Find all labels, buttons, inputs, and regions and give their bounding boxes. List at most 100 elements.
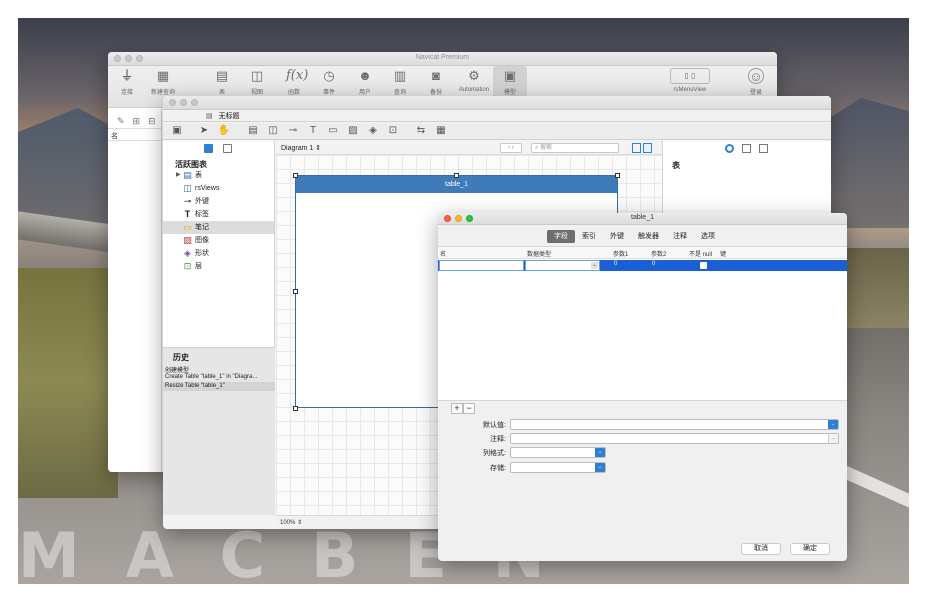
remove-field-button[interactable]: − bbox=[463, 403, 475, 414]
tab-fields[interactable]: 字段 bbox=[547, 230, 575, 243]
table-tool-icon[interactable]: ▤ bbox=[246, 124, 260, 138]
diagram-icon[interactable] bbox=[759, 144, 768, 153]
zoom-button[interactable] bbox=[191, 99, 198, 106]
tab-triggers[interactable]: 触发器 bbox=[631, 230, 666, 243]
toolbar-automation-button[interactable]: ⚙ Automation bbox=[454, 66, 494, 93]
resize-handle[interactable] bbox=[293, 406, 298, 411]
palette-item-views[interactable]: ◫ rsViews bbox=[163, 182, 274, 195]
cancel-button[interactable]: 取消 bbox=[741, 543, 781, 555]
palette-toggle-icon[interactable] bbox=[204, 144, 213, 153]
pointer-icon[interactable]: ➤ bbox=[197, 124, 211, 138]
palette-item-layer[interactable]: ⊡ 层 bbox=[163, 260, 274, 273]
add-field-button[interactable]: + bbox=[451, 403, 463, 414]
close-button[interactable] bbox=[169, 99, 176, 106]
sidebar-column-header: 名 bbox=[108, 129, 161, 141]
ok-button[interactable]: 确定 bbox=[790, 543, 830, 555]
edit-icon[interactable]: ✎ bbox=[117, 116, 125, 128]
hand-icon[interactable]: ✋ bbox=[217, 124, 231, 138]
history-item[interactable]: Resize Table "table_1" bbox=[163, 382, 275, 391]
add-icon[interactable]: ⊞ bbox=[133, 116, 141, 128]
resize-handle[interactable] bbox=[293, 289, 298, 294]
default-value-combo[interactable]: ⌄ bbox=[510, 419, 839, 430]
sidebar-tools: ✎ ⊞ ⊟ bbox=[108, 109, 161, 129]
toolbar-view-mode-button[interactable]: ▯ ▯ rsMenuView bbox=[665, 66, 715, 93]
toolbar-view-button[interactable]: ◫ 视图 bbox=[240, 66, 274, 96]
tab-comment[interactable]: 注释 bbox=[666, 230, 694, 243]
layer-tool-icon[interactable]: ⊡ bbox=[386, 124, 400, 138]
comment-input[interactable]: ... bbox=[510, 433, 839, 444]
resize-handle[interactable] bbox=[615, 173, 620, 178]
function-icon: f(x) bbox=[286, 68, 309, 83]
palette-item-image[interactable]: ▨ 图像 bbox=[163, 234, 274, 247]
diagram-select[interactable]: Diagram 1 ⇕ bbox=[281, 144, 321, 152]
table-row[interactable]: ⌄ 0 0 bbox=[438, 260, 847, 271]
image-tool-icon[interactable]: ▨ bbox=[346, 124, 360, 138]
minimize-button[interactable] bbox=[180, 99, 187, 106]
back-forward-buttons[interactable]: ‹ › bbox=[500, 143, 522, 153]
split-view-right-icon[interactable] bbox=[643, 143, 652, 153]
param2-value[interactable]: 0 bbox=[652, 261, 655, 267]
toolbar-login-button[interactable]: ☺ 登录 bbox=[739, 66, 773, 96]
tab-options[interactable]: 选项 bbox=[694, 230, 722, 243]
palette-item-label[interactable]: T 标签 bbox=[163, 208, 274, 221]
zoom-select[interactable]: 100% ⇕ bbox=[280, 519, 302, 526]
history-toggle-icon[interactable] bbox=[223, 144, 232, 153]
toolbar-backup-button[interactable]: ◙ 备份 bbox=[419, 66, 453, 96]
resize-handle[interactable] bbox=[454, 173, 459, 178]
new-query-icon: ▦ bbox=[156, 68, 170, 83]
toolbar-function-button[interactable]: f(x) 函数 bbox=[277, 66, 311, 96]
page-icon[interactable] bbox=[742, 144, 751, 153]
history-item[interactable]: Create Table "table_1" in "Diagra... bbox=[163, 373, 275, 382]
layer-icon: ⊡ bbox=[183, 261, 192, 271]
palette-item-table[interactable]: ▶ ▤ 表 bbox=[163, 169, 274, 182]
toolbar-connect-button[interactable]: ⏚ 连接 bbox=[110, 66, 144, 96]
expand-arrow-icon[interactable]: ▶ bbox=[176, 169, 181, 182]
text-tool-icon[interactable]: T bbox=[306, 124, 320, 138]
history-item[interactable]: 创建模型 bbox=[163, 364, 275, 373]
foreign-key-tool-icon[interactable]: ⊸ bbox=[286, 124, 300, 138]
window-controls bbox=[169, 99, 198, 106]
toolbar-new-query-button[interactable]: ▦ 新建查询 bbox=[146, 66, 180, 96]
field-type-select[interactable]: ⌄ bbox=[525, 260, 600, 271]
chevron-down-icon[interactable]: ⌄ bbox=[828, 420, 838, 429]
split-view-left-icon[interactable] bbox=[632, 143, 641, 153]
column-header-not-null[interactable]: 不是 null bbox=[689, 249, 712, 258]
toolbar-user-button[interactable]: ☻ 用户 bbox=[348, 66, 382, 96]
plug-icon: ⏚ bbox=[120, 68, 134, 83]
param1-value[interactable]: 0 bbox=[614, 261, 617, 267]
storage-select[interactable]: ⌄ bbox=[510, 462, 606, 473]
not-null-checkbox[interactable] bbox=[700, 262, 707, 269]
view-tool-icon[interactable]: ◫ bbox=[266, 124, 280, 138]
delete-icon[interactable]: ⊟ bbox=[148, 116, 156, 128]
tab-foreign-keys[interactable]: 外键 bbox=[603, 230, 631, 243]
object-icon[interactable] bbox=[725, 144, 734, 153]
column-header-param2[interactable]: 参数2 bbox=[651, 249, 666, 258]
chevron-down-icon[interactable]: ⌄ bbox=[595, 448, 605, 457]
reverse-engineer-icon[interactable]: ⇆ bbox=[414, 124, 428, 138]
column-header-type[interactable]: 数据类型 bbox=[527, 249, 551, 258]
ellipsis-icon[interactable]: ... bbox=[828, 434, 838, 443]
column-header-param1[interactable]: 参数1 bbox=[613, 249, 628, 258]
column-header-name[interactable]: 名 bbox=[440, 249, 446, 258]
column-format-select[interactable]: ⌄ bbox=[510, 447, 606, 458]
column-header-key[interactable]: 键 bbox=[720, 249, 726, 258]
view-icon: ◫ bbox=[183, 183, 192, 193]
note-tool-icon[interactable]: ▭ bbox=[326, 124, 340, 138]
save-icon[interactable]: ▣ bbox=[170, 124, 184, 138]
toolbar-table-button[interactable]: ▤ 表 bbox=[205, 66, 239, 96]
tab-indexes[interactable]: 索引 bbox=[575, 230, 603, 243]
search-input[interactable]: ⌕ 搜索 bbox=[531, 143, 619, 153]
dialog-title: table_1 bbox=[631, 214, 654, 221]
grass-right bbox=[839, 248, 909, 328]
palette-item-foreign-key[interactable]: ⊸ 外键 bbox=[163, 195, 274, 208]
check-model-icon[interactable]: ▦ bbox=[434, 124, 448, 138]
resize-handle[interactable] bbox=[293, 173, 298, 178]
chevron-down-icon[interactable]: ⌄ bbox=[595, 463, 605, 472]
shape-tool-icon[interactable]: ◈ bbox=[366, 124, 380, 138]
toolbar-query-button[interactable]: ▥ 查询 bbox=[383, 66, 417, 96]
palette-item-note[interactable]: ▭ 笔记 bbox=[163, 221, 274, 234]
tab-untitled[interactable]: ▤ 无标题 bbox=[198, 110, 248, 122]
toolbar-event-button[interactable]: ◷ 事件 bbox=[312, 66, 346, 96]
field-name-input[interactable] bbox=[439, 260, 524, 271]
palette-item-shape[interactable]: ◈ 形状 bbox=[163, 247, 274, 260]
